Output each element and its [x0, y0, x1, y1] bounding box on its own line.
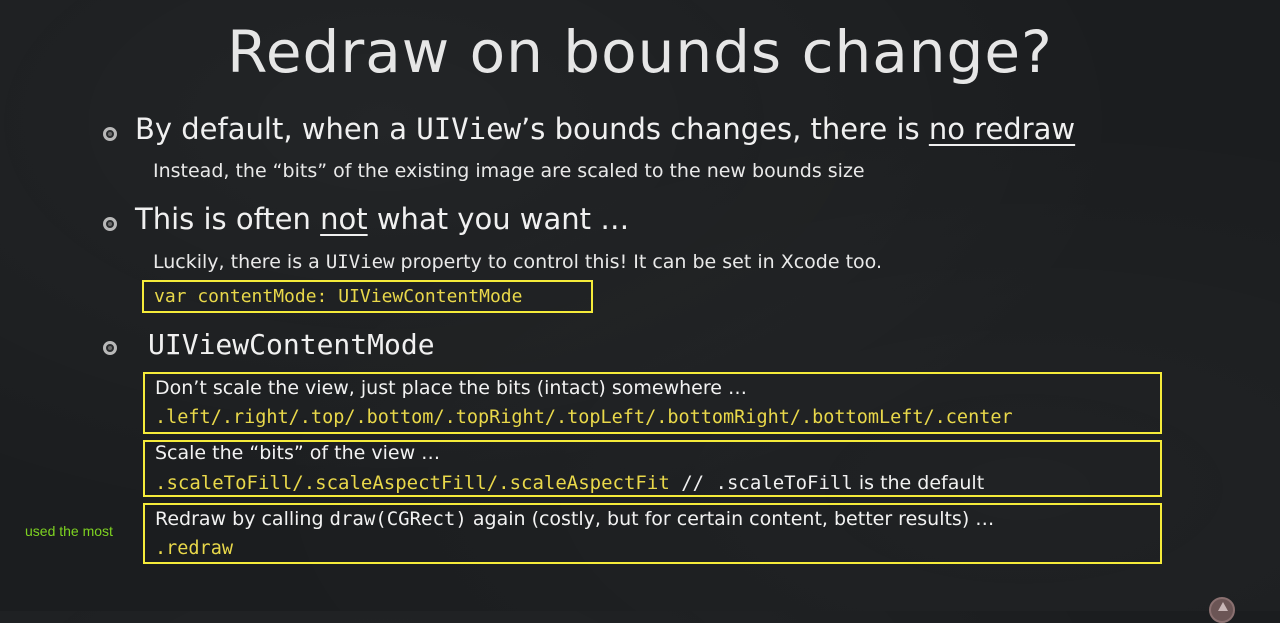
- annotation-used-the-most: used the most: [25, 523, 113, 539]
- bullet-3-label: UIViewContentMode: [148, 328, 435, 361]
- bullet-1-text-c: bounds changes, there is: [554, 112, 929, 146]
- bullet-1-text-b: ’s: [521, 112, 555, 146]
- bullet-1-emphasis: no redraw: [928, 112, 1076, 146]
- bullet-2-text-a: This is often: [135, 202, 321, 236]
- bullet-2-text: This is often not what you want …: [135, 202, 629, 236]
- bullet-2-sub-code: UIView: [325, 251, 395, 273]
- mode-box-2-comment-b: is the default: [852, 472, 985, 494]
- bullet-dot-icon: [103, 341, 117, 355]
- mode-box-2-comment-a: //: [669, 472, 716, 494]
- mode-box-1-code: .left/.right/.top/.bottom/.topRight/.top…: [155, 407, 1013, 428]
- content-mode-code-box: var contentMode: UIViewContentMode: [142, 280, 593, 313]
- mode-box-2-code-line: .scaleToFill/.scaleAspectFill/.scaleAspe…: [155, 472, 984, 494]
- mode-box-2-comment-code: .scaleToFill: [715, 472, 853, 494]
- mode-box-3-desc-code: draw(CGRect): [329, 508, 467, 530]
- bullet-dot-icon: [103, 127, 117, 141]
- bullet-2-text-b: what you want …: [367, 202, 630, 236]
- mode-box-2-desc: Scale the “bits” of the view …: [155, 442, 441, 464]
- mode-box-3-desc: Redraw by calling draw(CGRect) again (co…: [155, 508, 994, 530]
- slide-title: Redraw on bounds change?: [227, 18, 1053, 86]
- bullet-2-sub-a: Luckily, there is a: [153, 251, 326, 273]
- slide: Redraw on bounds change? By default, whe…: [0, 0, 1280, 623]
- presenter-badge-icon: [1209, 597, 1235, 623]
- mode-box-no-scale: Don’t scale the view, just place the bit…: [143, 372, 1162, 434]
- bullet-1-subtext: Instead, the “bits” of the existing imag…: [153, 160, 865, 182]
- mode-box-redraw: Redraw by calling draw(CGRect) again (co…: [143, 503, 1162, 564]
- mode-box-2-code: .scaleToFill/.scaleAspectFill/.scaleAspe…: [155, 472, 670, 494]
- bullet-1-text: By default, when a UIView’s bounds chang…: [135, 112, 1075, 146]
- mode-box-3-desc-b: again (costly, but for certain content, …: [466, 508, 995, 530]
- bullet-1-text-a: By default, when a: [135, 112, 417, 146]
- content-mode-declaration: var contentMode: UIViewContentMode: [154, 286, 523, 307]
- bullet-1-code: UIView: [416, 112, 522, 146]
- mode-box-1-desc: Don’t scale the view, just place the bit…: [155, 377, 747, 399]
- mode-box-scale: Scale the “bits” of the view … .scaleToF…: [143, 440, 1162, 497]
- mode-box-3-desc-a: Redraw by calling: [155, 508, 330, 530]
- bullet-2-subtext: Luckily, there is a UIView property to c…: [153, 251, 882, 273]
- mode-box-3-code: .redraw: [155, 538, 233, 559]
- bullet-dot-icon: [103, 217, 117, 231]
- bullet-2-sub-b: property to control this! It can be set …: [394, 251, 883, 273]
- bullet-2-emphasis: not: [320, 202, 368, 236]
